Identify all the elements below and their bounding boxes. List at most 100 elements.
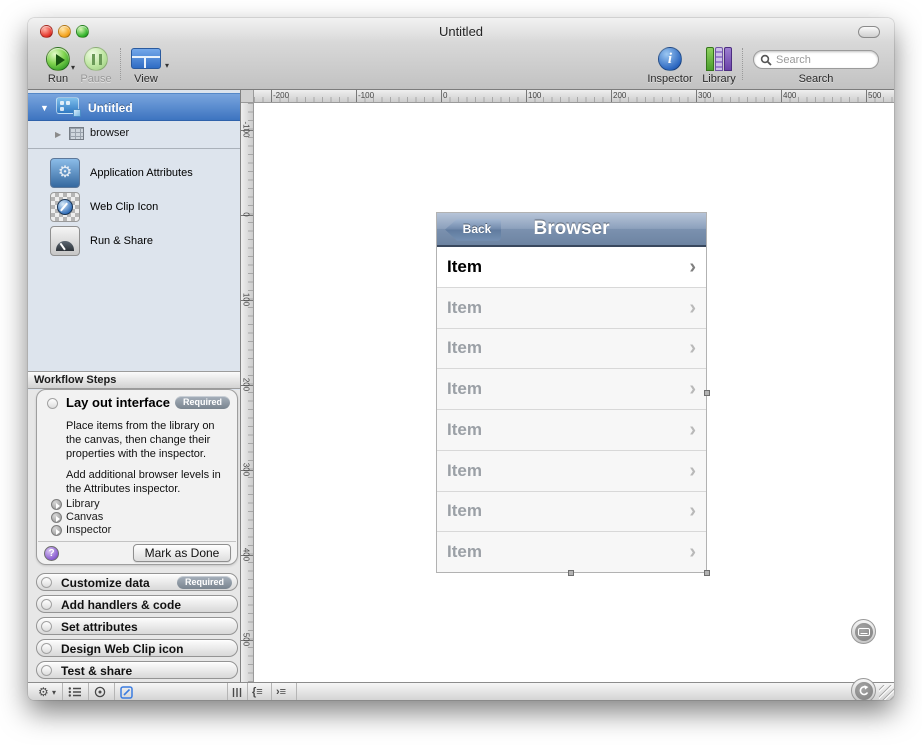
chevron-right-icon: › bbox=[689, 298, 696, 318]
columns-icon[interactable] bbox=[232, 684, 242, 700]
bottombar-divider bbox=[271, 683, 272, 700]
step-radio[interactable] bbox=[47, 398, 58, 409]
go-arrow-icon bbox=[51, 499, 62, 510]
step-radio bbox=[41, 577, 52, 588]
library-label[interactable]: Library bbox=[692, 73, 746, 85]
run-share-icon bbox=[50, 226, 80, 256]
project-label: Untitled bbox=[88, 101, 133, 115]
view-label[interactable]: View bbox=[122, 73, 170, 85]
link-canvas[interactable]: Canvas bbox=[66, 511, 103, 524]
navigator-sidebar: ▼ Untitled ▶ browser ⚙ Application Attri… bbox=[28, 90, 241, 682]
workflow-step-add-handlers[interactable]: Add handlers & code bbox=[36, 595, 238, 613]
list-item[interactable]: Item› bbox=[437, 247, 706, 287]
mark-as-done-button[interactable]: Mark as Done bbox=[133, 544, 231, 562]
sidebar-item-project[interactable]: ▼ Untitled bbox=[28, 93, 240, 121]
sidebar-item-web-clip-icon[interactable]: Web Clip Icon bbox=[28, 192, 240, 226]
bottombar-divider bbox=[247, 683, 248, 700]
design-canvas[interactable]: Back Browser Item› Item› Item› Item› bbox=[254, 103, 894, 682]
inspector-icon[interactable]: i bbox=[658, 47, 682, 71]
list-item[interactable]: Item› bbox=[437, 409, 706, 450]
view-icon[interactable] bbox=[131, 48, 161, 69]
target-icon[interactable] bbox=[94, 684, 106, 700]
list-item[interactable]: Item› bbox=[437, 531, 706, 572]
search-field[interactable] bbox=[753, 50, 879, 69]
resize-handle-right[interactable] bbox=[704, 390, 710, 396]
pause-label: Pause bbox=[72, 73, 120, 85]
run-icon[interactable] bbox=[46, 47, 70, 71]
help-button[interactable]: ? bbox=[44, 546, 59, 561]
title-toolbar: Untitled ▾ Run Pause ▾ View i Inspector … bbox=[28, 18, 894, 90]
workflow-step-design-web-clip[interactable]: Design Web Clip icon bbox=[36, 639, 238, 657]
sidebar-item-run-share[interactable]: Run & Share bbox=[28, 226, 240, 260]
steps-list-icon[interactable] bbox=[68, 684, 82, 700]
chevron-right-icon: › bbox=[689, 461, 696, 481]
disclosure-closed-icon[interactable]: ▶ bbox=[55, 130, 61, 139]
workflow-steps-header: Workflow Steps bbox=[28, 371, 240, 389]
library-book-green bbox=[706, 47, 714, 71]
disclosure-open-icon[interactable]: ▼ bbox=[40, 103, 49, 113]
step-title: Lay out interface bbox=[66, 395, 170, 410]
list-item[interactable]: Item› bbox=[437, 287, 706, 328]
rotate-orientation-button[interactable] bbox=[851, 678, 876, 700]
step-radio bbox=[41, 643, 52, 654]
workflow-step-customize-data[interactable]: Customize data Required bbox=[36, 573, 238, 591]
view-grid-line-v bbox=[144, 58, 146, 68]
library-icon[interactable] bbox=[706, 47, 732, 71]
ruler-corner bbox=[241, 90, 254, 103]
window-title: Untitled bbox=[28, 24, 894, 39]
step-radio bbox=[41, 599, 52, 610]
go-arrow-icon bbox=[51, 512, 62, 523]
step-radio bbox=[41, 665, 52, 676]
gear-dropdown-arrow[interactable]: ▾ bbox=[52, 684, 56, 700]
library-book-purple bbox=[724, 47, 732, 71]
cube-icon bbox=[73, 109, 81, 117]
keyboard-icon bbox=[855, 623, 873, 641]
toolbar-toggle-lozenge[interactable] bbox=[858, 26, 880, 38]
workflow-step-set-attributes[interactable]: Set attributes bbox=[36, 617, 238, 635]
workflow-step-active: Lay out interface Required Place items f… bbox=[36, 389, 238, 565]
list-item[interactable]: Item› bbox=[437, 328, 706, 369]
rotate-icon bbox=[855, 682, 873, 700]
bottombar-divider bbox=[88, 683, 89, 700]
view-dropdown-arrow[interactable]: ▾ bbox=[165, 61, 169, 70]
browser-header: Back Browser bbox=[437, 213, 706, 247]
step-paragraph-1: Place items from the library on the canv… bbox=[66, 419, 232, 461]
chevron-right-icon: › bbox=[689, 338, 696, 358]
play-glyph bbox=[56, 54, 65, 66]
keyboard-toggle-button[interactable] bbox=[851, 619, 876, 644]
browser-title: Browser bbox=[437, 218, 706, 240]
run-dropdown-arrow[interactable]: ▾ bbox=[71, 63, 75, 72]
view-grid-line-h bbox=[132, 56, 160, 58]
chevron-right-icon: › bbox=[689, 501, 696, 521]
list-item[interactable]: Item› bbox=[437, 368, 706, 409]
search-input[interactable] bbox=[776, 53, 874, 67]
required-badge: Required bbox=[175, 396, 230, 409]
indent-list-icon[interactable]: ›≡ bbox=[276, 684, 286, 700]
workflow-step-test-share[interactable]: Test & share bbox=[36, 661, 238, 679]
browser-list-icon bbox=[69, 127, 84, 140]
dashcode-window: Untitled ▾ Run Pause ▾ View i Inspector … bbox=[28, 18, 894, 700]
search-icon bbox=[760, 54, 772, 66]
edit-steps-icon[interactable] bbox=[120, 684, 133, 700]
link-library[interactable]: Library bbox=[66, 498, 100, 511]
browser-widget[interactable]: Back Browser Item› Item› Item› Item› bbox=[436, 212, 707, 573]
required-badge: Required bbox=[177, 576, 232, 589]
bottombar-divider bbox=[227, 683, 228, 700]
resize-handle-corner[interactable] bbox=[704, 570, 710, 576]
bottom-bar: ⚙ ▾ {≡ ›≡ bbox=[28, 682, 894, 700]
desktop-background: Untitled ▾ Run Pause ▾ View i Inspector … bbox=[0, 0, 922, 745]
sidebar-item-browser[interactable]: ▶ browser bbox=[28, 122, 240, 146]
step-radio bbox=[41, 621, 52, 632]
action-gear-icon[interactable]: ⚙ bbox=[38, 684, 49, 700]
sidebar-item-application-attributes[interactable]: ⚙ Application Attributes bbox=[28, 158, 240, 192]
list-item[interactable]: Item› bbox=[437, 491, 706, 532]
resize-handle-bottom[interactable] bbox=[568, 570, 574, 576]
list-item[interactable]: Item› bbox=[437, 450, 706, 491]
browser-label: browser bbox=[90, 127, 129, 139]
canvas-region: -200 -100 0 100 200 300 400 500 -100 0 1… bbox=[241, 90, 894, 682]
window-resize-grip[interactable] bbox=[879, 685, 894, 700]
application-attributes-icon: ⚙ bbox=[50, 158, 80, 188]
pause-icon[interactable] bbox=[84, 47, 108, 71]
link-inspector[interactable]: Inspector bbox=[66, 524, 111, 537]
source-brace-icon[interactable]: {≡ bbox=[252, 684, 263, 700]
